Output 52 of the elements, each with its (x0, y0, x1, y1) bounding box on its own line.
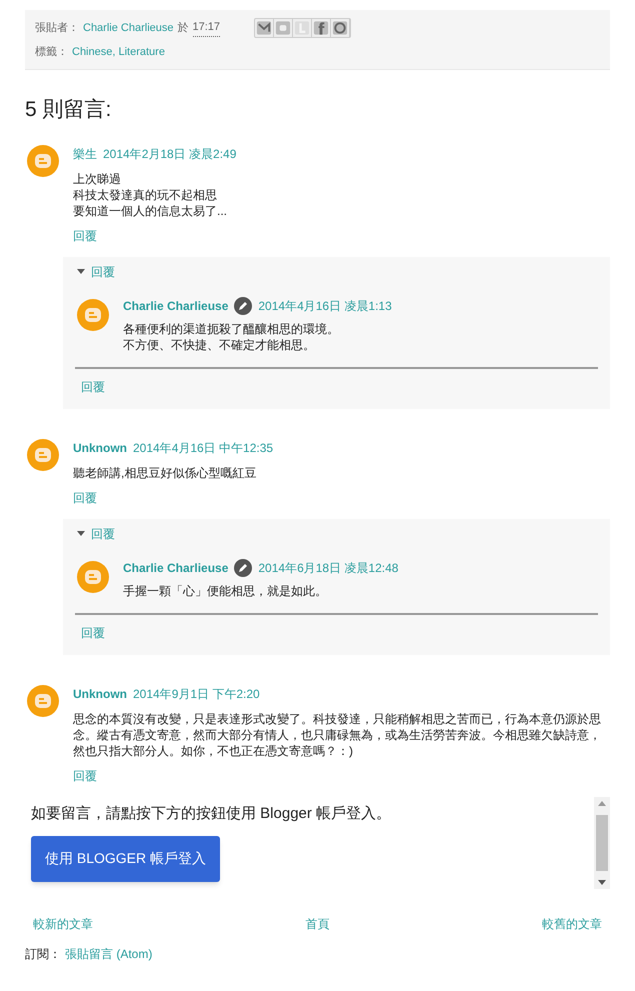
comment-text: 聽老師講,相思豆好似係心型嘅紅豆 (73, 465, 258, 481)
comment-text: 思念的本質沒有改變，只是表達形式改變了。科技發達，只能稍解相思之苦而已，行為本意仍源於思念。縱古有憑文寄意，然而大部分有情人，也只庸碌無為，或為生活勞苦奔波。今相思雖欠缺詩意，然也只指大部分人。如你，不也正在憑文寄意嗎？：) (73, 711, 602, 759)
blogger-avatar-icon (75, 297, 111, 333)
reply-link[interactable]: 回覆 (73, 767, 610, 785)
post-time[interactable]: 17:17 (192, 19, 220, 37)
author-link[interactable]: Unknown (73, 685, 127, 703)
thread-toggle[interactable]: 回覆 (63, 257, 610, 291)
pinterest-icon[interactable] (331, 19, 350, 37)
blogger-avatar-icon (25, 437, 61, 473)
labels-link[interactable]: Chinese, Literature (72, 44, 165, 60)
blogger-login-button[interactable]: 使用 BLOGGER 帳戶登入 (31, 836, 220, 882)
caret-icon (77, 269, 85, 275)
blogger-avatar-icon (25, 683, 61, 719)
reply-link[interactable]: 回覆 (81, 380, 105, 394)
scroll-down-icon[interactable] (598, 880, 606, 885)
thread-toggle[interactable]: 回覆 (63, 519, 610, 553)
author-link[interactable]: Charlie Charlieuse (83, 20, 174, 36)
subscribe-label: 訂閱： (25, 946, 61, 963)
reply-link[interactable]: 回覆 (73, 227, 236, 245)
caret-icon (77, 531, 85, 537)
home-link[interactable]: 首頁 (306, 915, 330, 933)
comment-text: 手握一顆「心」便能相思，就是如此。 (123, 583, 328, 599)
scroll-up-icon[interactable] (598, 801, 606, 806)
comment-text: 科技太發達真的玩不起相思 (73, 187, 218, 203)
at-label: 於 (178, 20, 188, 36)
comment-text: 各種便利的渠道扼殺了醞釀相思的環境。 (123, 321, 340, 337)
author-link[interactable]: Charlie Charlieuse (123, 559, 228, 577)
reply-link[interactable]: 回覆 (81, 626, 105, 640)
comment-text: 不方便、不快捷、不確定才能相思。 (123, 337, 316, 353)
email-icon[interactable] (255, 19, 274, 37)
labels-label: 標籤： (35, 45, 68, 60)
author-link[interactable]: 樂生 (73, 145, 97, 163)
scrollbar[interactable] (594, 797, 610, 889)
comment-date[interactable]: 2014年6月18日 凌晨12:48 (258, 559, 398, 577)
facebook-icon[interactable] (312, 19, 332, 37)
newer-posts-link[interactable]: 較新的文章 (33, 915, 93, 933)
comments-heading: 5 則留言: (25, 96, 112, 122)
blogger-avatar-icon (25, 143, 61, 179)
older-posts-link[interactable]: 較舊的文章 (542, 915, 602, 933)
author-link[interactable]: Unknown (73, 439, 127, 457)
login-prompt: 如要留言，請點按下方的按鈕使用 Blogger 帳戶登入。 (31, 804, 392, 824)
comment-date[interactable]: 2014年4月16日 中午12:35 (133, 439, 274, 457)
atom-feed-link[interactable]: 張貼留言 (Atom) (65, 945, 152, 963)
comment-date[interactable]: 2014年4月16日 凌晨1:13 (258, 297, 392, 315)
author-label: 張貼者： (35, 20, 79, 36)
comment-date[interactable]: 2014年2月18日 凌晨2:49 (103, 145, 236, 163)
blogger-avatar-icon (75, 559, 111, 595)
comment-text: 上次睇過 (73, 171, 122, 187)
author-link[interactable]: Charlie Charlieuse (123, 297, 228, 315)
comment-text: 要知道一個人的信息太易了... (73, 203, 228, 219)
reply-link[interactable]: 回覆 (73, 489, 274, 507)
comment-date[interactable]: 2014年9月1日 下午2:20 (133, 685, 260, 703)
